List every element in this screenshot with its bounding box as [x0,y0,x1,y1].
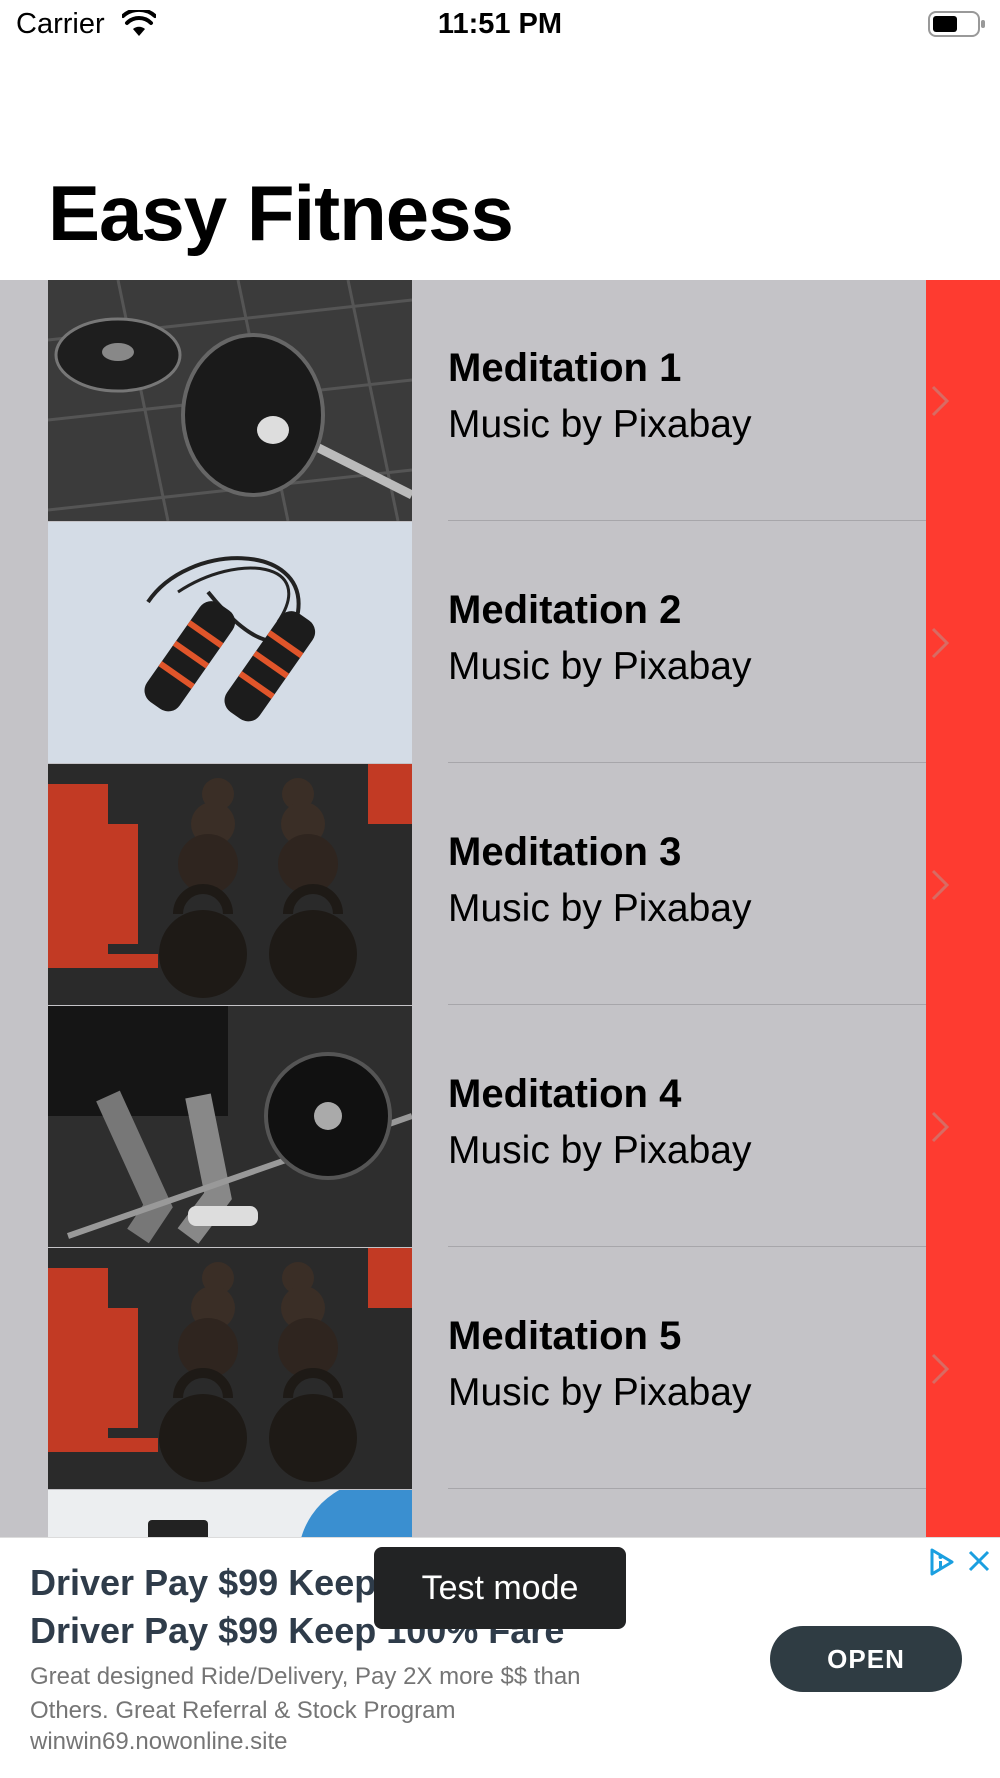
item-subtitle: Music by Pixabay [448,645,752,688]
gym-ball-photo [48,1490,412,1537]
list-item[interactable] [0,1490,1000,1537]
list-item[interactable]: Meditation 1 Music by Pixabay [0,280,1000,521]
page-title: Easy Fitness [48,169,514,257]
separator [448,762,1000,763]
adchoices-icon[interactable] [926,1546,958,1578]
ad-open-button[interactable]: OPEN [770,1626,962,1692]
battery-icon [928,11,985,37]
separator [448,520,1000,521]
list-item[interactable]: Meditation 2 Music by Pixabay [0,522,1000,763]
jump-rope-photo [48,522,412,763]
close-icon[interactable] [964,1546,994,1576]
kettlebells-photo [48,764,412,1005]
separator [448,1246,1000,1247]
chevron-right-icon [926,522,954,763]
kettlebells-photo [48,1248,412,1489]
meditation-list[interactable]: Meditation 1 Music by Pixabay Meditation… [0,280,1000,1537]
ad-domain: winwin69.nowonline.site [30,1728,288,1755]
separator [448,1004,1000,1005]
list-item[interactable]: Meditation 3 Music by Pixabay [0,764,1000,1005]
item-subtitle: Music by Pixabay [448,887,752,930]
item-title: Meditation 1 [448,346,682,390]
separator [448,1488,1000,1489]
clock: 11:51 PM [437,8,563,40]
chevron-right-icon [926,1248,954,1489]
list-item[interactable]: Meditation 5 Music by Pixabay [0,1248,1000,1489]
chevron-right-icon [926,764,954,1005]
item-subtitle: Music by Pixabay [448,403,752,446]
item-title: Meditation 3 [448,830,682,874]
status-bar: Carrier 11:51 PM [0,0,1000,52]
chevron-right-icon [926,280,954,521]
item-subtitle: Music by Pixabay [448,1371,752,1414]
chevron-right-icon [926,1006,954,1247]
item-subtitle: Music by Pixabay [448,1129,752,1172]
item-title: Meditation 5 [448,1314,682,1358]
item-title: Meditation 4 [448,1072,682,1116]
item-title: Meditation 2 [448,588,682,632]
deadlift-photo [48,1006,412,1247]
barbell-plates-photo [48,280,412,521]
ad-body: Great designed Ride/Delivery, Pay 2X mor… [30,1663,581,1724]
test-mode-badge: Test mode [374,1547,626,1629]
list-item[interactable]: Meditation 4 Music by Pixabay [0,1006,1000,1247]
